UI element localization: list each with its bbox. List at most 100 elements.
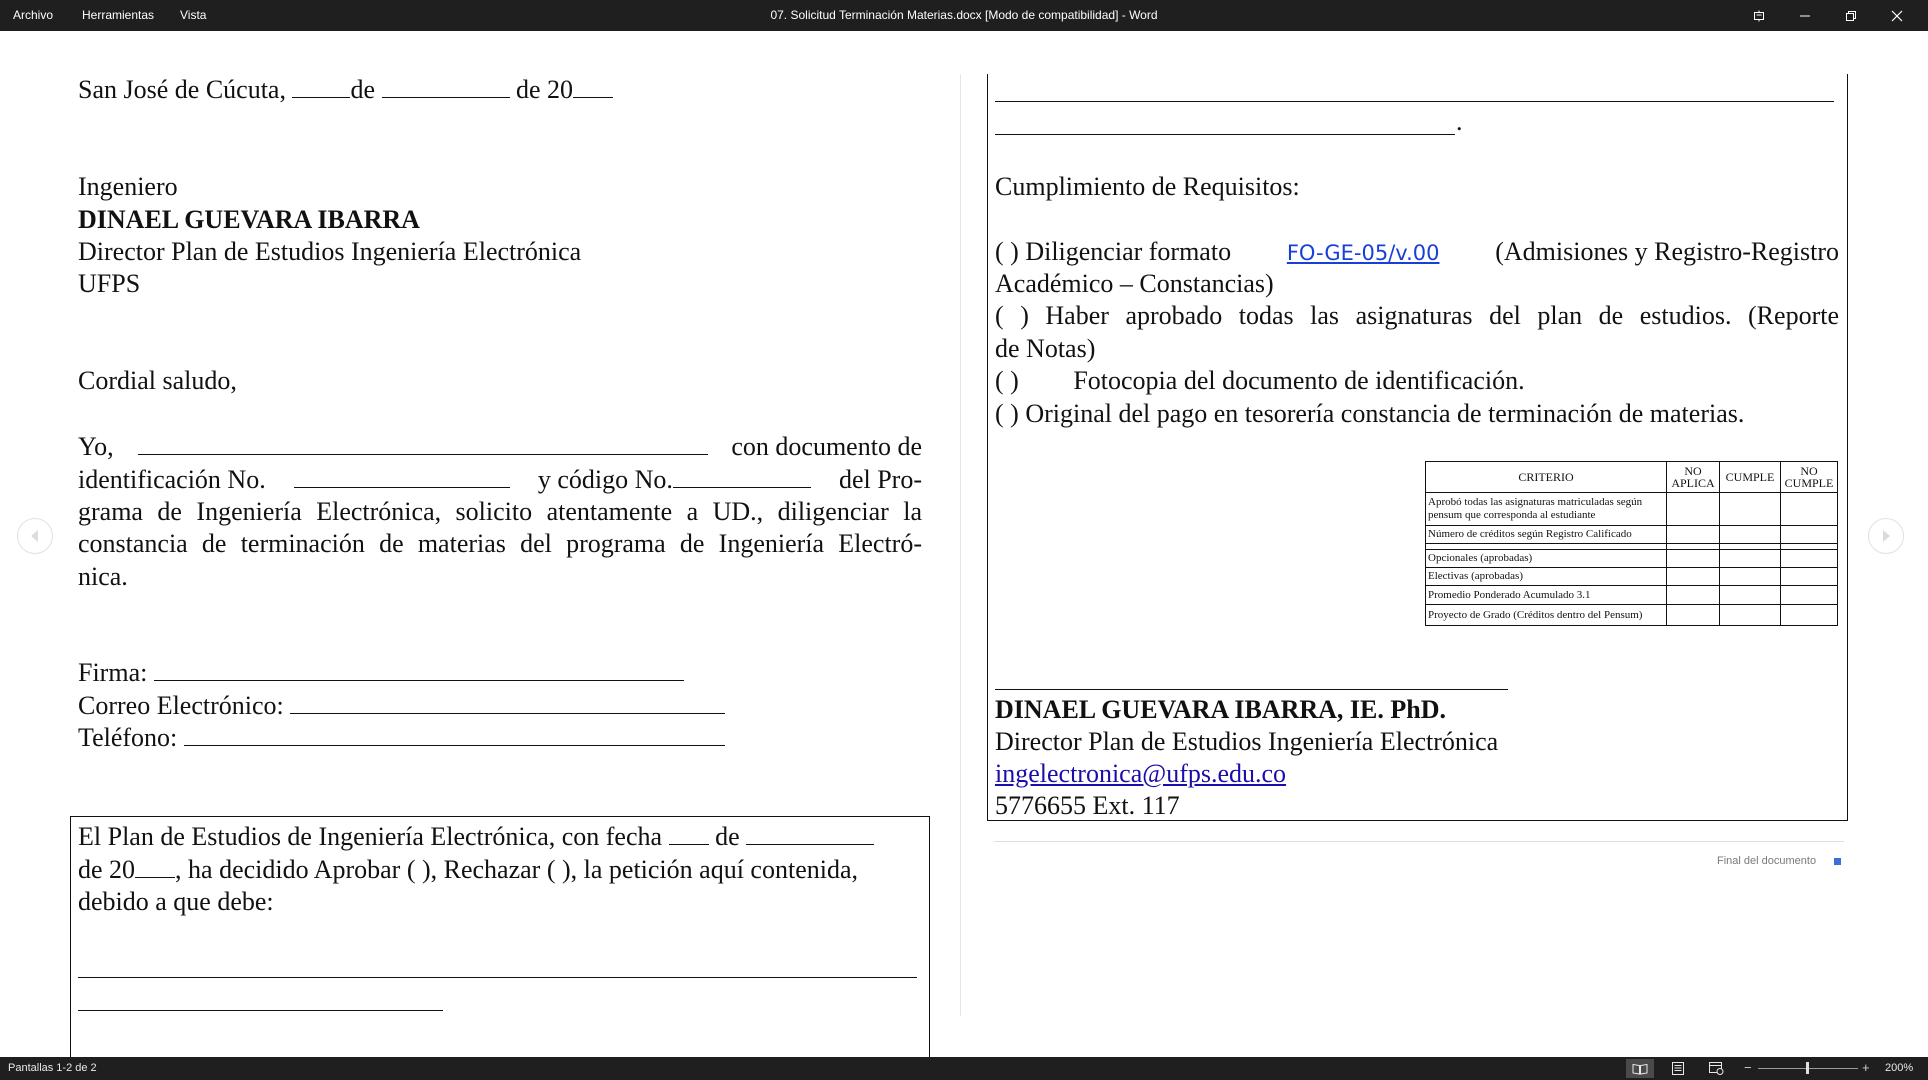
body-line-5: nica. (78, 562, 128, 591)
table-cell[interactable] (1780, 492, 1838, 526)
decision-day-blank[interactable] (668, 822, 709, 845)
table-row: Número de créditos según Registro Califi… (1425, 525, 1838, 544)
table-cell[interactable] (1666, 492, 1720, 526)
req-4-line: ( ) Original del pago en tesorería const… (995, 399, 1745, 428)
zoom-out-button[interactable]: − (1744, 1057, 1752, 1079)
table-header-no-cumple: NO CUMPLE (1780, 461, 1838, 493)
print-layout-icon[interactable] (1664, 1059, 1692, 1078)
criteria-table: CRITERIO NO APLICA CUMPLE NO CUMPLE Apro… (1425, 461, 1838, 626)
table-cell[interactable] (1719, 604, 1781, 626)
year-blank[interactable] (573, 75, 614, 98)
table-cell[interactable] (1719, 549, 1781, 568)
firma-line: Firma: (78, 657, 684, 689)
table-cell[interactable] (1780, 549, 1838, 568)
recipient-role: Director Plan de Estudios Ingeniería Ele… (78, 237, 582, 266)
maximize-icon[interactable] (1828, 0, 1874, 31)
table-cell[interactable] (1780, 604, 1838, 626)
decision-blank-1[interactable] (78, 977, 917, 978)
correo-line: Correo Electrónico: (78, 690, 726, 722)
body-line-4: constancia de terminación de materias de… (78, 529, 922, 558)
signer-name: DINAEL GUEVARA IBARRA, IE. PhD. (995, 695, 1447, 724)
page-divider (960, 74, 961, 1016)
signature-line (995, 689, 1508, 690)
firma-blank[interactable] (153, 658, 684, 681)
zoom-level[interactable]: 200% (1885, 1057, 1913, 1080)
table-row: Proyecto de Grado (Créditos dentro del P… (1425, 604, 1838, 626)
table-cell[interactable] (1780, 585, 1838, 605)
recipient-org: UFPS (78, 269, 141, 298)
table-cell[interactable] (1719, 492, 1781, 526)
web-layout-icon[interactable] (1702, 1059, 1730, 1078)
table-row: Electivas (aprobadas) (1425, 567, 1838, 586)
telefono-blank[interactable] (183, 723, 725, 746)
table-cell[interactable] (1719, 525, 1781, 544)
correo-blank[interactable] (290, 691, 726, 714)
table-cell[interactable] (1666, 567, 1720, 586)
table-header-cumple: CUMPLE (1719, 461, 1781, 493)
table-header-no-aplica: NO APLICA (1666, 461, 1720, 493)
greeting: Cordial saludo, (78, 366, 237, 395)
table-cell[interactable] (1666, 549, 1720, 568)
prev-screen-icon[interactable] (17, 518, 53, 554)
criterion-label: Opcionales (aprobadas) (1425, 549, 1667, 568)
read-mode-icon[interactable] (1626, 1059, 1654, 1078)
next-screen-icon[interactable] (1868, 518, 1904, 554)
req-2-line-1: ( ) Haber aprobado todas las asignaturas… (995, 301, 1839, 330)
table-row: Promedio Ponderado Acumulado 3.1 (1425, 585, 1838, 605)
end-of-document-rule (994, 841, 1844, 842)
menu-archivo[interactable]: Archivo (13, 0, 53, 31)
table-row: Aprobó todas las asignaturas matriculada… (1425, 492, 1838, 526)
decision-month-blank[interactable] (746, 822, 875, 845)
code-blank[interactable] (672, 465, 811, 488)
req-1-line-1: ( ) Diligenciar formato FO-GE-05/v.00 (A… (995, 236, 1839, 269)
telefono-line: Teléfono: (78, 722, 725, 754)
signer-phone: 5776655 Ext. 117 (995, 791, 1180, 820)
decision-line-1: El Plan de Estudios de Ingeniería Electr… (78, 821, 875, 853)
id-blank[interactable] (293, 465, 510, 488)
decision-blank-2[interactable] (78, 1010, 443, 1011)
criterion-label: Proyecto de Grado (Créditos dentro del P… (1425, 604, 1667, 626)
close-icon[interactable] (1874, 0, 1920, 31)
decision-year-blank[interactable] (135, 855, 176, 878)
minimize-icon[interactable] (1782, 0, 1828, 31)
criterion-label: Electivas (aprobadas) (1425, 567, 1667, 586)
zoom-in-button[interactable]: + (1862, 1057, 1870, 1079)
title-bar: Archivo Herramientas Vista 07. Solicitud… (0, 0, 1928, 31)
format-link[interactable]: FO-GE-05/v.00 (1287, 237, 1440, 269)
end-of-document-label: Final del documento (1717, 855, 1817, 867)
name-blank[interactable] (137, 432, 708, 455)
requirements-title: Cumplimiento de Requisitos: (995, 172, 1300, 201)
criterion-label: Aprobó todas las asignaturas matriculada… (1425, 492, 1667, 526)
menu-vista[interactable]: Vista (180, 0, 206, 31)
table-cell[interactable] (1666, 525, 1720, 544)
criterion-label: Número de créditos según Registro Califi… (1425, 525, 1667, 544)
decision-line-2: de 20, ha decidido Aprobar ( ), Rechazar… (78, 855, 858, 884)
month-blank[interactable] (381, 75, 510, 98)
signer-email-link[interactable]: ingelectronica@ufps.edu.co (995, 759, 1286, 788)
page-counter: Pantallas 1-2 de 2 (8, 1062, 97, 1074)
restore-icon[interactable] (1736, 0, 1782, 31)
reason-period: . (1456, 107, 1463, 136)
recipient-name: DINAEL GUEVARA IBARRA (78, 205, 420, 234)
table-row: Opcionales (aprobadas) (1425, 549, 1838, 568)
criterion-label: Promedio Ponderado Acumulado 3.1 (1425, 585, 1667, 605)
signer-email-line: ingelectronica@ufps.edu.co (995, 758, 1286, 790)
table-cell[interactable] (1719, 585, 1781, 605)
table-cell[interactable] (1719, 567, 1781, 586)
decision-line-3: debido a que debe: (78, 887, 274, 916)
table-cell[interactable] (1666, 604, 1720, 626)
menu-herramientas[interactable]: Herramientas (82, 0, 154, 31)
reason-blank-1[interactable] (995, 101, 1834, 102)
status-bar: Pantallas 1-2 de 2 − + 200% (0, 1057, 1928, 1080)
table-cell[interactable] (1780, 525, 1838, 544)
body-line-1: Yo, con documento de (78, 432, 922, 461)
zoom-slider-thumb[interactable] (1806, 1062, 1809, 1074)
day-blank[interactable] (292, 75, 351, 98)
body-line-2: identificación No. y código No. del Pro- (78, 465, 922, 494)
date-line: San José de Cúcuta, de de 20 (78, 74, 614, 106)
req-3-line: ( ) Fotocopia del documento de identific… (995, 366, 1525, 395)
window-title: 07. Solicitud Terminación Materias.docx … (770, 8, 1158, 22)
table-cell[interactable] (1666, 585, 1720, 605)
reason-blank-2[interactable] (995, 134, 1455, 135)
table-cell[interactable] (1780, 567, 1838, 586)
